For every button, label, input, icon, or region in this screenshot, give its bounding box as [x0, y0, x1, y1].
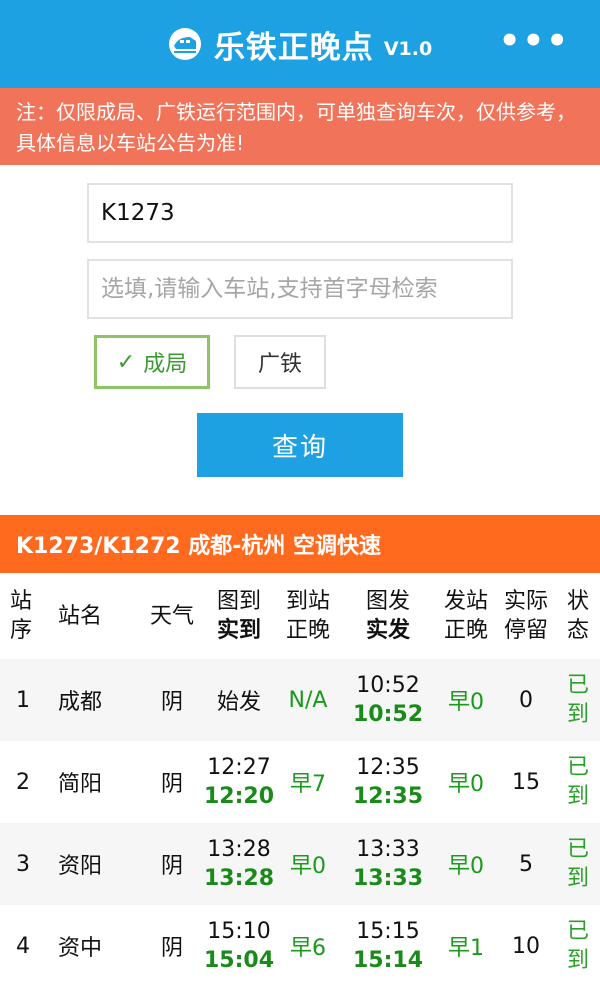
status-cell: 已到 [566, 837, 589, 891]
arrival-delay-cell: 早7 [290, 772, 326, 797]
table-row: 4 资中 阴 15:10 15:04 早6 15:15 15:14 早1 10 已到 [0, 905, 600, 987]
station-name-cell: 简阳 [58, 772, 103, 797]
train-icon [168, 28, 201, 60]
departure-cell: 12:35 12:35 [352, 755, 424, 809]
table-row: 3 资阳 阴 13:28 13:28 早0 13:33 13:33 早0 5 已到 [0, 823, 600, 905]
status-cell: 已到 [566, 673, 589, 727]
seq-cell: 2 [16, 769, 30, 795]
train-number-input[interactable] [87, 183, 513, 243]
option-guangtie[interactable]: 广铁 [234, 335, 326, 389]
train-title: K1273/K1272 成都-杭州 空调快速 [0, 515, 600, 573]
arrival-cell: 12:27 12:20 [203, 755, 275, 809]
arrival-delay-cell: N/A [288, 687, 328, 713]
departure-delay-cell: 早1 [448, 936, 484, 961]
station-table: 站序 站名 天气 图到 实到 到站 正晚 图发 实发 发站 正晚 实际 停留 状态 1 成… [0, 573, 600, 987]
more-menu-icon[interactable]: ••• [499, 24, 570, 58]
arrival-delay-cell: 早6 [290, 936, 326, 961]
weather-cell: 阴 [160, 936, 183, 961]
header-stay: 实际 停留 [503, 589, 548, 643]
header-departure: 图发 实发 [365, 589, 410, 643]
table-row: 1 成都 阴 始发 N/A 10:52 10:52 早0 0 已到 [0, 659, 600, 741]
departure-cell: 15:15 15:14 [352, 919, 424, 973]
departure-cell: 10:52 10:52 [352, 673, 424, 727]
option-chengju[interactable]: ✓ 成局 [94, 335, 210, 389]
weather-cell: 阴 [160, 690, 183, 715]
departure-cell: 13:33 13:33 [352, 837, 424, 891]
arrival-cell: 15:10 15:04 [203, 919, 275, 973]
search-form: ✓ 成局 广铁 查询 [0, 165, 600, 497]
seq-cell: 4 [16, 933, 30, 959]
weather-cell: 阴 [160, 772, 183, 797]
app-version: V1.0 [383, 38, 433, 60]
option-guangtie-label: 广铁 [257, 352, 302, 377]
table-row: 2 简阳 阴 12:27 12:20 早7 12:35 12:35 早0 15 已到 [0, 741, 600, 823]
weather-cell: 阴 [160, 854, 183, 879]
arrival-delay-cell: 早0 [290, 854, 326, 879]
header-arrival-delay: 到站 正晚 [285, 589, 330, 643]
status-cell: 已到 [566, 755, 589, 809]
station-input[interactable] [87, 259, 513, 319]
departure-delay-cell: 早0 [448, 772, 484, 797]
app-title: 乐铁正晚点 [213, 29, 374, 66]
stay-cell: 15 [512, 769, 540, 795]
arrival-cell: 13:28 13:28 [203, 837, 275, 891]
stay-cell: 5 [519, 851, 533, 877]
seq-cell: 1 [16, 687, 30, 713]
header-seq: 站序 [10, 589, 33, 643]
station-name-cell: 资中 [58, 936, 103, 961]
arrival-cell: 始发 [216, 690, 261, 715]
seq-cell: 3 [16, 851, 30, 877]
bureau-options: ✓ 成局 广铁 [94, 335, 600, 389]
stay-cell: 10 [512, 933, 540, 959]
check-icon: ✓ [116, 349, 136, 375]
header-weather: 天气 [149, 603, 194, 629]
header-status: 状态 [566, 589, 589, 643]
option-chengju-label: 成局 [143, 352, 188, 377]
station-name-cell: 资阳 [58, 854, 103, 879]
header-arrival: 图到 实到 [216, 589, 261, 643]
table-header-row: 站序 站名 天气 图到 实到 到站 正晚 图发 实发 发站 正晚 实际 停留 状态 [0, 573, 600, 659]
app-header: 乐铁正晚点 V1.0 ••• [0, 0, 600, 88]
header-departure-delay: 发站 正晚 [443, 589, 488, 643]
status-cell: 已到 [566, 919, 589, 973]
header-name: 站名 [58, 603, 103, 629]
departure-delay-cell: 早0 [448, 854, 484, 879]
query-button[interactable]: 查询 [197, 413, 403, 477]
stay-cell: 0 [519, 687, 533, 713]
notice-banner: 注：仅限成局、广铁运行范围内，可单独查询车次，仅供参考，具体信息以车站公告为准! [0, 88, 600, 165]
departure-delay-cell: 早0 [448, 690, 484, 715]
station-name-cell: 成都 [58, 690, 103, 715]
